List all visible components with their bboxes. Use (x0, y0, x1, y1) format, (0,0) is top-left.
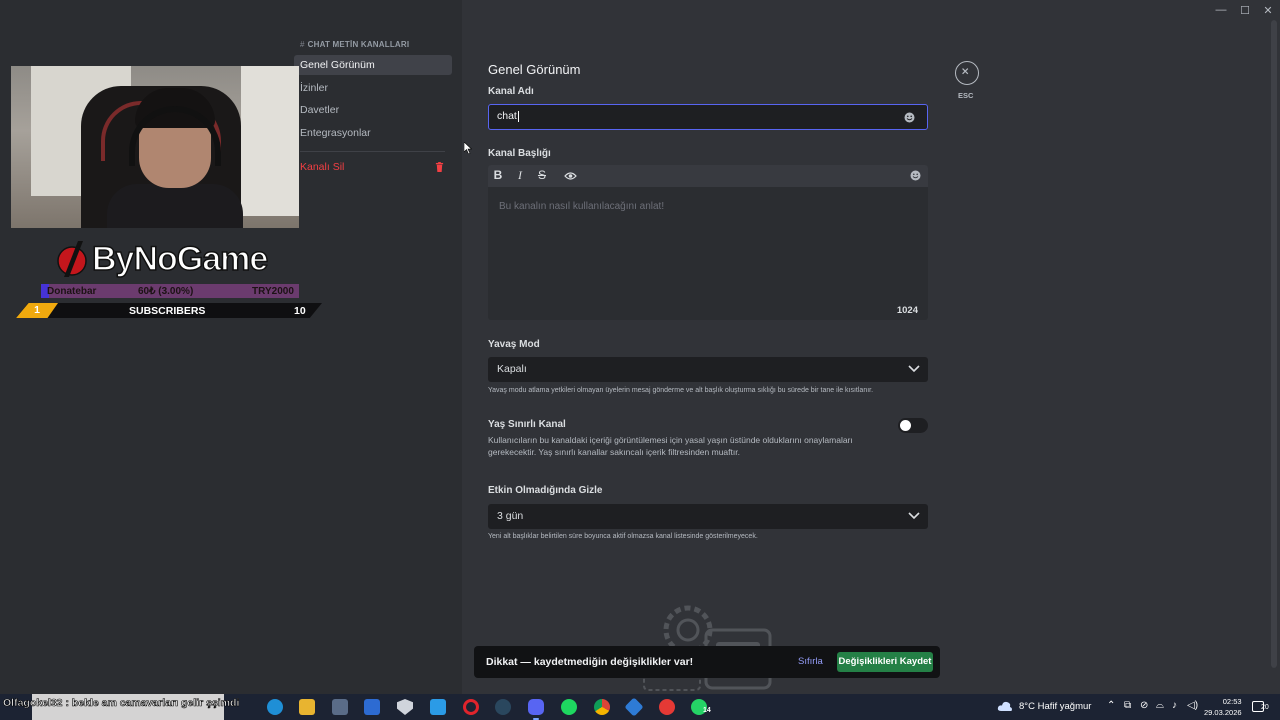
security-shield-icon[interactable] (397, 699, 413, 715)
maximize-window-button[interactable]: ☐ (1239, 4, 1251, 17)
opera-icon[interactable] (463, 699, 479, 715)
subscriber-count: 10 (294, 304, 306, 317)
file-explorer-icon[interactable] (299, 699, 315, 715)
italic-icon[interactable]: I (513, 168, 527, 183)
steam-icon[interactable] (495, 699, 511, 715)
topic-placeholder: Bu kanalın nasıl kullanılacağını anlat! (499, 201, 665, 212)
channel-name-input[interactable]: chat (488, 104, 928, 130)
hide-inactive-help: Yeni alt başlıklar belirtilen süre boyun… (488, 533, 758, 540)
chrome-icon[interactable] (594, 699, 610, 715)
channel-name-label: Kanal Adı (488, 86, 534, 97)
bynogame-logo-mark (57, 241, 87, 277)
channel-topic-label: Kanal Başlığı (488, 148, 551, 159)
page-title: Genel Görünüm (488, 62, 581, 77)
hide-inactive-label: Etkin Olmadığında Gizle (488, 485, 603, 496)
age-restricted-label: Yaş Sınırlı Kanal (488, 419, 566, 430)
delete-channel-button[interactable]: Kanalı Sil (294, 157, 452, 177)
weather-text[interactable]: 8°C Hafif yağmur (1019, 701, 1091, 712)
esc-label: ESC (958, 91, 974, 100)
close-icon (962, 68, 969, 75)
spoiler-eye-icon[interactable] (564, 170, 577, 182)
channel-name-value: chat (497, 110, 517, 122)
weather-cloud-icon (997, 701, 1012, 711)
subscriber-bar: 1 SUBSCRIBERS 10 (16, 303, 322, 318)
stream-chat-overlay: Olfagokel32 : bekle am camavarları gelir… (3, 697, 240, 710)
chevron-down-icon (908, 365, 920, 373)
tray-network-icon[interactable]: ⊘ (1140, 700, 1148, 711)
text-caret (517, 110, 519, 122)
chevron-down-icon (908, 512, 920, 520)
formatting-toolbar: B I S (488, 165, 928, 187)
topic-char-count: 1024 (896, 305, 918, 316)
windows-taskbar: Olfagokel32 : bekle am camavarları gelir… (0, 694, 1280, 720)
trash-icon (435, 162, 444, 172)
subscriber-label: SUBSCRIBERS (129, 304, 206, 317)
sidebar-category-header: # CHAT METİN KANALLARI (300, 40, 410, 49)
close-settings-button[interactable] (955, 61, 979, 85)
sidebar-divider (300, 151, 445, 152)
clock-date: 29.03.2026 (1204, 708, 1242, 717)
speaker-icon[interactable]: ◁) (1187, 700, 1198, 711)
emoji-icon[interactable] (910, 170, 921, 181)
settings-app-icon[interactable] (430, 699, 446, 715)
close-window-button[interactable]: ✕ (1262, 4, 1274, 17)
microphone-icon[interactable]: ♪ (1172, 700, 1177, 711)
outlook-icon[interactable] (364, 699, 380, 715)
discord-icon[interactable] (528, 699, 544, 720)
donate-bar: Donatebar 60₺ (3.00%) TRY2000 (41, 284, 299, 298)
system-clock[interactable]: 02:53 29.03.2026 (1204, 696, 1242, 718)
clock-time: 02:53 (1222, 697, 1242, 706)
toggle-knob (900, 420, 911, 431)
unsaved-changes-bar: Dikkat — kaydetmediğin değişiklikler var… (474, 646, 940, 678)
sidebar-item-permissions[interactable]: İzinler (294, 78, 452, 98)
spotify-icon[interactable] (561, 699, 577, 715)
webcam-overlay (11, 66, 299, 228)
reset-button[interactable]: Sıfırla (798, 656, 823, 667)
slowmode-value: Kapalı (497, 363, 527, 375)
hide-inactive-select[interactable]: 3 gün (488, 504, 928, 529)
recording-app-icon[interactable] (659, 699, 675, 715)
notification-count: 20 (1261, 704, 1269, 711)
delete-channel-label: Kanalı Sil (300, 161, 345, 173)
age-restricted-description: Kullanıcıların bu kanaldaki içeriği görü… (488, 435, 853, 457)
donate-goal: TRY2000 (252, 285, 294, 297)
bynogame-logo: ByNoGame (56, 236, 278, 282)
scrollbar[interactable] (1271, 20, 1277, 668)
bold-icon[interactable]: B (491, 168, 505, 182)
slowmode-label: Yavaş Mod (488, 339, 540, 350)
slowmode-select[interactable]: Kapalı (488, 357, 928, 382)
network-app-icon[interactable] (624, 697, 644, 717)
strikethrough-icon[interactable]: S (535, 168, 549, 182)
scrollbar-thumb[interactable] (1271, 20, 1277, 668)
sidebar-item-overview[interactable]: Genel Görünüm (294, 55, 452, 75)
unsaved-changes-message: Dikkat — kaydetmediğin değişiklikler var… (486, 656, 694, 668)
donate-label: Donatebar (47, 285, 97, 297)
chevron-up-icon[interactable]: ⌃ (1107, 700, 1115, 711)
mouse-cursor-icon (464, 142, 472, 154)
edge-icon[interactable] (267, 699, 283, 715)
sidebar-item-integrations[interactable]: Entegrasyonlar (294, 123, 452, 143)
emoji-icon[interactable] (904, 112, 915, 123)
whatsapp-icon[interactable]: 14 (691, 699, 711, 715)
hash-icon: # (300, 40, 305, 49)
donate-amount: 60₺ (3.00%) (138, 285, 194, 297)
tray-headset-icon[interactable]: ⌓ (1156, 700, 1164, 711)
age-restricted-toggle[interactable] (898, 418, 928, 433)
hide-inactive-value: 3 gün (497, 510, 524, 522)
sidebar-item-invites[interactable]: Davetler (294, 100, 452, 120)
tray-app-icon[interactable]: ⧉ (1124, 700, 1131, 711)
channel-topic-editor[interactable]: B I S Bu kanalın nasıl kullanılacağını a… (488, 165, 928, 320)
whatsapp-badge: 14 (703, 707, 711, 714)
slowmode-help: Yavaş modu atlama yetkileri olmayan üyel… (488, 387, 874, 394)
save-changes-button[interactable]: Değişiklikleri Kaydet (837, 652, 933, 672)
store-icon[interactable] (332, 699, 348, 715)
minimize-window-button[interactable]: — (1215, 4, 1227, 16)
